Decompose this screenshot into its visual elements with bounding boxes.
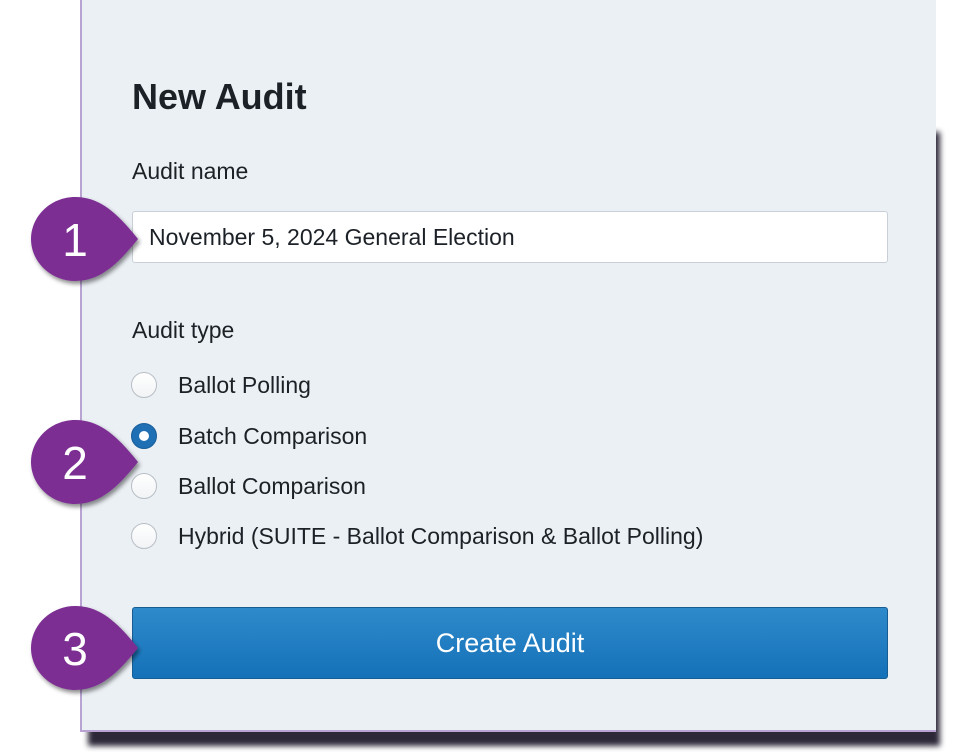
audit-name-input[interactable] bbox=[132, 211, 888, 263]
callout-number: 3 bbox=[62, 623, 88, 675]
audit-name-label: Audit name bbox=[132, 158, 249, 184]
callout-2: 2 bbox=[14, 418, 154, 508]
callout-3: 3 bbox=[14, 604, 154, 694]
audit-type-label: Audit type bbox=[132, 317, 235, 343]
create-audit-button[interactable]: Create Audit bbox=[132, 607, 888, 679]
radio-batch-comparison[interactable]: Batch Comparison bbox=[131, 420, 367, 452]
radio-label[interactable]: Ballot Polling bbox=[178, 372, 311, 399]
page-title: New Audit bbox=[132, 76, 307, 117]
radio-label[interactable]: Hybrid (SUITE - Ballot Comparison & Ball… bbox=[178, 523, 703, 550]
radio-label[interactable]: Ballot Comparison bbox=[178, 473, 366, 500]
radio-label[interactable]: Batch Comparison bbox=[178, 423, 367, 450]
radio-button[interactable] bbox=[131, 372, 157, 398]
radio-hybrid[interactable]: Hybrid (SUITE - Ballot Comparison & Ball… bbox=[131, 520, 703, 552]
callout-number: 1 bbox=[62, 214, 88, 266]
radio-button[interactable] bbox=[131, 523, 157, 549]
callout-1: 1 bbox=[14, 195, 154, 285]
callout-number: 2 bbox=[62, 437, 88, 489]
radio-ballot-polling[interactable]: Ballot Polling bbox=[131, 369, 311, 401]
new-audit-panel: New Audit Audit name Audit type Ballot P… bbox=[80, 0, 936, 732]
radio-ballot-comparison[interactable]: Ballot Comparison bbox=[131, 470, 366, 502]
